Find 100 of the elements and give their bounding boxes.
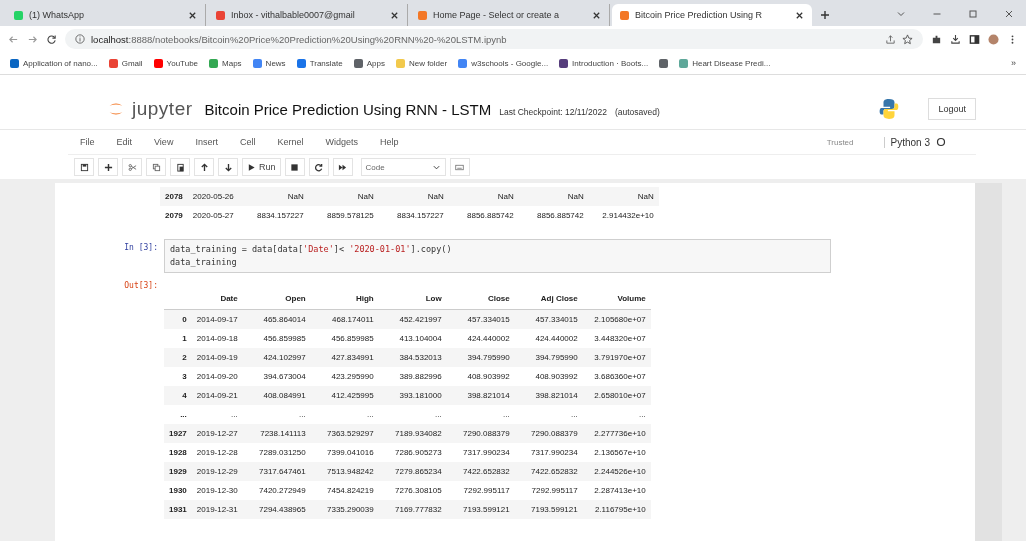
- table-cell: 2.277736e+10: [582, 424, 651, 443]
- table-cell: 7286.905273: [378, 443, 447, 462]
- save-button[interactable]: [74, 158, 94, 176]
- avatar-icon[interactable]: [988, 33, 999, 45]
- maximize-icon[interactable]: [968, 9, 978, 19]
- autosave-status: (autosaved): [614, 107, 660, 117]
- table-cell: 2.658010e+07: [582, 386, 651, 405]
- bookmark[interactable]: Translate: [296, 58, 343, 68]
- row-index: 0: [164, 309, 192, 329]
- menu-item[interactable]: Cell: [239, 137, 256, 147]
- command-palette-button[interactable]: [449, 158, 470, 176]
- cell-type-dropdown[interactable]: Code: [360, 158, 446, 176]
- table-cell: 398.821014: [446, 386, 515, 405]
- bookmark[interactable]: Maps: [209, 58, 242, 68]
- row-index: 1: [164, 329, 192, 348]
- notebook-title[interactable]: Bitcoin Price Prediction Using RNN - LSTM: [204, 101, 492, 118]
- bookmark-icon[interactable]: [659, 58, 669, 68]
- code-block[interactable]: data_training = data[data['Date']< '2020-01-01'].copy() data_training: [164, 239, 831, 273]
- tab-favicon-icon: [216, 10, 225, 20]
- menu-item[interactable]: File: [80, 137, 95, 147]
- table-cell: 412.425995: [310, 386, 379, 405]
- table-cell: 7279.865234: [378, 462, 447, 481]
- download-icon[interactable]: [950, 33, 961, 45]
- table-cell: NaN: [518, 187, 589, 206]
- bookmark[interactable]: Gmail: [108, 58, 143, 68]
- table-cell: 2019-12-29: [191, 462, 243, 481]
- table-cell: NaN: [238, 187, 309, 206]
- share-icon[interactable]: [885, 33, 896, 45]
- tab-favicon-icon: [418, 10, 427, 20]
- table-cell: 393.181000: [378, 386, 447, 405]
- table-cell: 7317.647461: [242, 462, 311, 481]
- puzzle-icon[interactable]: [931, 33, 942, 45]
- trusted-indicator[interactable]: Trusted: [826, 137, 854, 147]
- move-down-button[interactable]: [218, 158, 238, 176]
- reload-icon[interactable]: [46, 33, 57, 45]
- table-cell: 7292.995117: [446, 481, 515, 500]
- table-cell: 8856.885742: [448, 206, 519, 225]
- table-cell: 424.102997: [242, 348, 311, 367]
- bookmark[interactable]: Application of nano...: [10, 58, 98, 68]
- column-header: High: [310, 287, 379, 310]
- kernel-idle-icon: [936, 137, 946, 147]
- stop-icon: [290, 162, 299, 172]
- restart-button[interactable]: [308, 158, 329, 176]
- table-cell: ...: [310, 405, 379, 424]
- bookmark[interactable]: w3schools - Google...: [458, 58, 549, 68]
- bookmark[interactable]: Apps: [353, 58, 385, 68]
- tab-favicon-icon: [14, 10, 23, 20]
- info-icon[interactable]: [75, 34, 85, 44]
- kernel-name[interactable]: Python 3: [883, 136, 930, 148]
- new-tab-icon[interactable]: [820, 10, 830, 20]
- logout-button[interactable]: Logout: [928, 98, 976, 120]
- copy-icon: [151, 162, 161, 172]
- close-icon[interactable]: [390, 10, 399, 20]
- stop-button[interactable]: [284, 158, 305, 176]
- menu-item[interactable]: Widgets: [325, 137, 358, 147]
- table-cell: 384.532013: [378, 348, 447, 367]
- bookmark[interactable]: Introduction · Boots...: [559, 58, 649, 68]
- menu-item[interactable]: Edit: [116, 137, 133, 147]
- close-icon[interactable]: [795, 10, 804, 20]
- copy-button[interactable]: [146, 158, 166, 176]
- table-cell: 456.859985: [242, 329, 311, 348]
- table-cell: 2019-12-31: [191, 500, 243, 519]
- table-cell: 413.104004: [378, 329, 447, 348]
- table-cell: 7399.041016: [310, 443, 379, 462]
- table-cell: 398.821014: [514, 386, 583, 405]
- menu-item[interactable]: Kernel: [277, 137, 304, 147]
- star-icon[interactable]: [902, 33, 913, 45]
- bookmark[interactable]: New folder: [395, 58, 448, 68]
- bookmark[interactable]: News: [252, 58, 286, 68]
- table-cell: NaN: [378, 187, 449, 206]
- table-cell: 7276.308105: [378, 481, 447, 500]
- table-cell: 2014-09-20: [191, 367, 243, 386]
- address-field[interactable]: localhost:8888/notebooks/Bitcoin%20Price%20Prediction%20Using%20RNN%20-%20LSTM.ipynb: [65, 29, 923, 49]
- table-cell: 427.834991: [310, 348, 379, 367]
- menu-item[interactable]: Insert: [195, 137, 218, 147]
- table-cell: NaN: [448, 187, 519, 206]
- close-icon[interactable]: [1004, 9, 1014, 19]
- scrollbar-track[interactable]: [975, 183, 1002, 541]
- close-icon[interactable]: [592, 10, 601, 20]
- menu-item[interactable]: View: [154, 137, 174, 147]
- close-icon[interactable]: [188, 10, 197, 20]
- bookmark[interactable]: Heart Disease Predi...: [679, 58, 771, 68]
- output-prompt: Out[3]:: [123, 280, 159, 292]
- menu-item[interactable]: Help: [379, 137, 399, 147]
- paste-button[interactable]: [170, 158, 190, 176]
- table-cell: 2.244526e+10: [582, 462, 651, 481]
- more-bookmarks-button[interactable]: »: [1011, 58, 1016, 68]
- table-cell: 2020-05-27: [187, 206, 239, 225]
- table-cell: 7289.031250: [242, 443, 311, 462]
- checkpoint-text: Last Checkpoint: 12/11/2022: [499, 107, 607, 117]
- move-up-button[interactable]: [194, 158, 214, 176]
- run-button[interactable]: Run: [242, 158, 281, 176]
- row-index: 1927: [164, 424, 192, 443]
- insert-cell-button[interactable]: [98, 158, 118, 176]
- browser-tab[interactable]: Bitcoin Price Prediction Using R: [612, 4, 812, 26]
- side-panel-icon[interactable]: [969, 33, 980, 45]
- row-index: 1928: [164, 443, 192, 462]
- fast-forward-button[interactable]: [332, 158, 353, 176]
- table-cell: 7290.088379: [514, 424, 583, 443]
- bookmark[interactable]: YouTube: [153, 58, 199, 68]
